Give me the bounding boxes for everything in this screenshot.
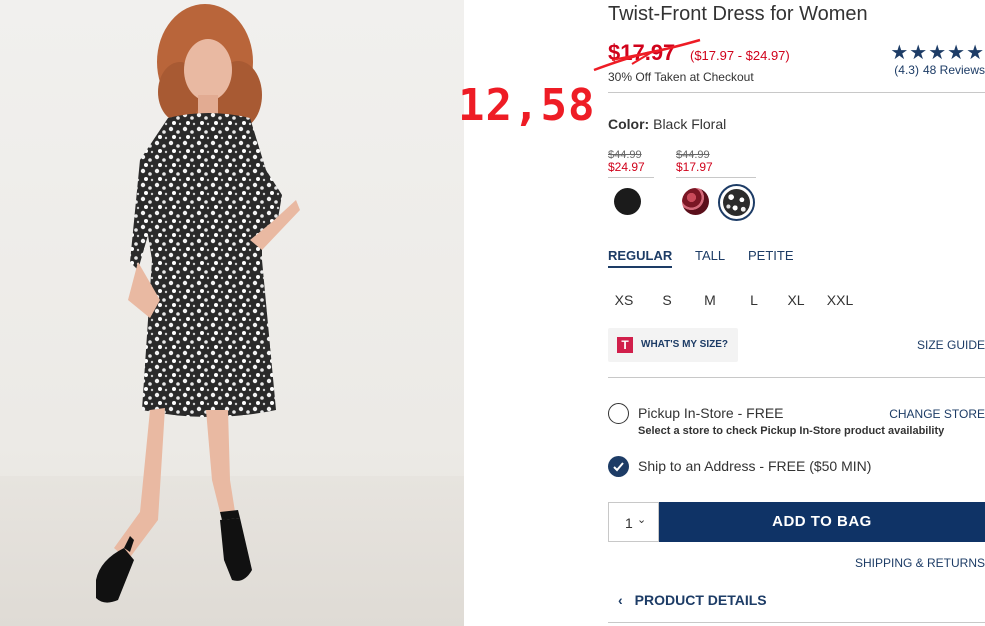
chevron-left-icon: ‹ [618, 592, 623, 608]
tab-petite[interactable]: PETITE [748, 248, 794, 263]
color-selection: Color: Black Floral [608, 116, 726, 132]
price-row: $17.97 ($17.97 - $24.97) 30% Off Taken a… [593, 38, 985, 88]
color-value: Black Floral [653, 116, 727, 132]
discount-note: 30% Off Taken at Checkout [608, 70, 754, 84]
price-range: ($17.97 - $24.97) [690, 48, 790, 63]
size-s[interactable]: S [652, 292, 682, 308]
quantity-value: 1 [625, 515, 633, 531]
shipping-returns-link[interactable]: SHIPPING & RETURNS [855, 556, 985, 570]
checkmark-icon [613, 462, 624, 472]
change-store-link[interactable]: CHANGE STORE [889, 407, 985, 421]
size-m[interactable]: M [695, 292, 725, 308]
size-xxl[interactable]: XXL [825, 292, 855, 308]
tab-regular[interactable]: REGULAR [608, 248, 673, 268]
pickup-subtext: Select a store to check Pickup In-Store … [638, 425, 945, 437]
overlay-number: 12,58 [458, 80, 596, 131]
ship-label: Ship to an Address - FREE ($50 MIN) [638, 458, 872, 474]
whats-my-size-button[interactable]: T WHAT'S MY SIZE? [608, 328, 738, 362]
size-l[interactable]: L [739, 292, 769, 308]
model-illustration [96, 4, 300, 603]
reviews-link[interactable]: (4.3) 48 Reviews [890, 63, 985, 77]
product-info-panel: Twist-Front Dress for Women $17.97 ($17.… [593, 0, 985, 626]
active-tab-underline [608, 266, 673, 268]
divider [608, 92, 985, 93]
swatch-price-group: $44.99 $24.97 [608, 149, 654, 178]
add-to-bag-button[interactable]: ADD TO BAG [659, 502, 985, 542]
color-swatch-black-floral[interactable] [723, 189, 750, 216]
color-label: Color: [608, 116, 650, 132]
product-details-toggle[interactable]: ‹ PRODUCT DETAILS [618, 592, 767, 608]
color-swatch-red-floral[interactable] [682, 188, 709, 215]
pickup-label: Pickup In-Store - FREE [638, 405, 784, 421]
color-swatch-black[interactable] [614, 188, 641, 215]
review-count: 48 Reviews [922, 63, 985, 77]
group-underline [676, 177, 756, 178]
product-title: Twist-Front Dress for Women [608, 3, 868, 25]
size-xl[interactable]: XL [781, 292, 811, 308]
size-guide-link[interactable]: SIZE GUIDE [917, 338, 985, 352]
chevron-down-icon: ⌄ [637, 514, 647, 526]
sale-price-small: $17.97 [676, 160, 713, 174]
whats-my-size-label: WHAT'S MY SIZE? [641, 339, 729, 350]
group-underline [608, 177, 654, 178]
true-fit-logo-icon: T [617, 337, 633, 353]
size-xs[interactable]: XS [609, 292, 639, 308]
rating-stars-icon[interactable]: ★★★★★ [890, 40, 985, 65]
tab-label: REGULAR [608, 248, 673, 263]
product-details-label: PRODUCT DETAILS [634, 592, 767, 608]
divider [608, 377, 985, 378]
tab-tall[interactable]: TALL [695, 248, 725, 263]
sale-price-small: $24.97 [608, 160, 645, 174]
rating-value: (4.3) [894, 63, 919, 77]
ship-radio[interactable] [608, 456, 629, 477]
pickup-radio[interactable] [608, 403, 629, 424]
swatch-price-group: $44.99 $17.97 [676, 149, 756, 178]
quantity-select[interactable]: 1 ⌄ [608, 502, 659, 542]
divider [608, 622, 985, 623]
product-photo[interactable] [0, 0, 464, 626]
